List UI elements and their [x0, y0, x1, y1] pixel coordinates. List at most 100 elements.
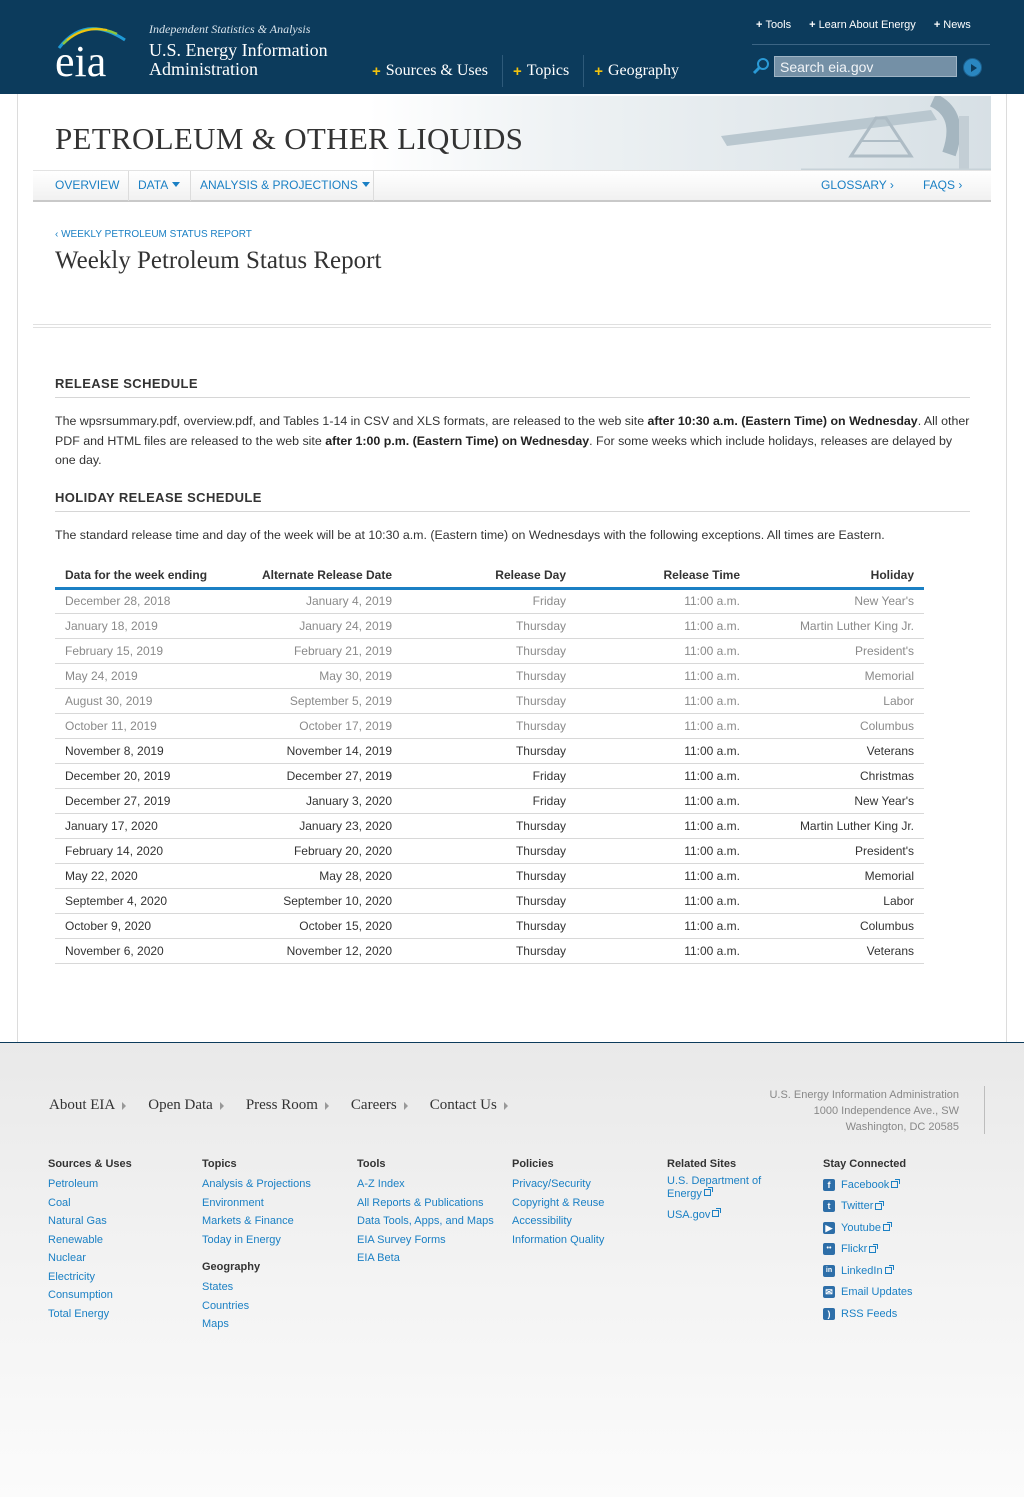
cell-week-ending: May 24, 2019: [55, 663, 230, 689]
svg-text:eia: eia: [55, 37, 106, 82]
cell-holiday: Martin Luther King Jr.: [750, 813, 924, 839]
footer-link[interactable]: Total Energy: [48, 1305, 132, 1324]
footer-link-press-room[interactable]: Press Room: [246, 1097, 329, 1114]
cell-week-ending: October 9, 2020: [55, 913, 230, 939]
cell-release-time: 11:00 a.m.: [576, 813, 750, 839]
footer-link[interactable]: Natural Gas: [48, 1212, 132, 1231]
section-title: PETROLEUM & OTHER LIQUIDS: [55, 121, 524, 156]
subnav-analysis-projections[interactable]: ANALYSIS & PROJECTIONS: [200, 171, 379, 201]
footer-link[interactable]: Renewable: [48, 1231, 132, 1250]
footer-link[interactable]: Electricity: [48, 1268, 132, 1287]
subnav-data[interactable]: DATA: [138, 171, 189, 201]
cell-release-time: 11:00 a.m.: [576, 713, 750, 739]
cell-week-ending: January 18, 2019: [55, 613, 230, 639]
column-header: Alternate Release Date: [230, 564, 402, 590]
chevron-down-icon: [172, 182, 181, 187]
table-row: December 28, 2018 January 4, 2019 Friday 11…: [55, 588, 924, 614]
cell-holiday: Labor: [750, 888, 924, 914]
cell-release-time: 11:00 a.m.: [576, 638, 750, 664]
external-link-icon: [875, 1200, 885, 1210]
cell-release-time: 11:00 a.m.: [576, 888, 750, 914]
footer-link[interactable]: Privacy/Security: [512, 1175, 604, 1194]
subnav-overview[interactable]: OVERVIEW: [55, 171, 128, 201]
footer-link-careers[interactable]: Careers: [351, 1097, 408, 1114]
nav-topics[interactable]: + Topics: [503, 55, 585, 87]
cell-release-day: Thursday: [402, 713, 576, 739]
cell-week-ending: August 30, 2019: [55, 688, 230, 714]
cell-holiday: Columbus: [750, 913, 924, 939]
search-submit-button[interactable]: [963, 58, 982, 77]
search-icon: [752, 58, 769, 75]
main-nav: + Sources & Uses + Topics + Geography: [362, 55, 693, 87]
twitter-icon: t: [823, 1200, 835, 1213]
subnav-faqs[interactable]: FAQS ›: [923, 171, 971, 201]
divider: [373, 171, 374, 201]
social-link-flickr[interactable]: •• Flickr: [823, 1239, 913, 1261]
cell-release-day: Thursday: [402, 913, 576, 939]
footer-link[interactable]: Environment: [202, 1194, 311, 1213]
table-header-row: Data for the week ending Alternate Relea…: [55, 564, 924, 590]
footer-link-open-data[interactable]: Open Data: [148, 1097, 224, 1114]
social-link-twitter[interactable]: t Twitter: [823, 1196, 913, 1218]
social-link-facebook[interactable]: f Facebook: [823, 1174, 913, 1196]
email-icon: ✉: [823, 1286, 835, 1299]
table-row: May 24, 2019 May 30, 2019 Thursday 11:00 a.…: [55, 663, 924, 689]
cell-week-ending: February 15, 2019: [55, 638, 230, 664]
cell-alternate-release-date: January 3, 2020: [230, 788, 402, 814]
footer-link[interactable]: Information Quality: [512, 1231, 604, 1250]
chevron-right-icon: [219, 1101, 224, 1110]
footer-link[interactable]: States: [202, 1278, 311, 1297]
footer-link[interactable]: Markets & Finance: [202, 1212, 311, 1231]
footer-link[interactable]: Accessibility: [512, 1212, 604, 1231]
util-tools[interactable]: + Tools: [756, 19, 791, 31]
divider: [33, 324, 991, 328]
footer-link[interactable]: A-Z Index: [357, 1175, 494, 1194]
footer-link[interactable]: Data Tools, Apps, and Maps: [357, 1212, 494, 1231]
cell-release-day: Thursday: [402, 888, 576, 914]
divider: [752, 44, 990, 45]
util-learn[interactable]: + Learn About Energy: [809, 19, 916, 31]
footer-link[interactable]: All Reports & Publications: [357, 1194, 494, 1213]
footer-link[interactable]: EIA Survey Forms: [357, 1231, 494, 1250]
cell-release-time: 11:00 a.m.: [576, 763, 750, 789]
table-row: October 9, 2020 October 15, 2020 Thursday 1…: [55, 913, 924, 939]
eia-logo[interactable]: eia: [55, 18, 135, 86]
footer-link[interactable]: Countries: [202, 1297, 311, 1316]
footer-link-doe[interactable]: U.S. Department of Energy: [667, 1175, 787, 1201]
cell-week-ending: September 4, 2020: [55, 888, 230, 914]
footer-link-usagov[interactable]: USA.gov: [667, 1206, 787, 1225]
social-link-email[interactable]: ✉ Email Updates: [823, 1282, 913, 1304]
cell-release-day: Thursday: [402, 663, 576, 689]
social-link-rss[interactable]: ) RSS Feeds: [823, 1303, 913, 1325]
util-news[interactable]: + News: [934, 19, 971, 31]
cell-alternate-release-date: January 24, 2019: [230, 613, 402, 639]
footer-link[interactable]: Today in Energy: [202, 1231, 311, 1250]
chevron-right-icon: [122, 1101, 127, 1110]
social-link-linkedin[interactable]: in LinkedIn: [823, 1260, 913, 1282]
footer-link[interactable]: Nuclear: [48, 1249, 132, 1268]
social-link-youtube[interactable]: ▶ Youtube: [823, 1217, 913, 1239]
cell-holiday: Christmas: [750, 763, 924, 789]
breadcrumb[interactable]: ‹ WEEKLY PETROLEUM STATUS REPORT: [55, 229, 252, 240]
plus-icon: +: [372, 62, 381, 80]
table-row: November 6, 2020 November 12, 2020 Thursda…: [55, 938, 924, 964]
plus-icon: +: [594, 62, 603, 80]
plus-icon: +: [933, 19, 941, 31]
nav-geography[interactable]: + Geography: [584, 55, 693, 87]
subnav-glossary[interactable]: GLOSSARY ›: [821, 171, 903, 201]
footer-link[interactable]: Maps: [202, 1315, 311, 1334]
footer-link[interactable]: Copyright & Reuse: [512, 1194, 604, 1213]
table-row: February 15, 2019 February 21, 2019 Thursd…: [55, 638, 924, 664]
footer-link[interactable]: Petroleum: [48, 1175, 132, 1194]
cell-release-time: 11:00 a.m.: [576, 738, 750, 764]
footer-link[interactable]: EIA Beta: [357, 1249, 494, 1268]
search-input[interactable]: [774, 56, 957, 77]
footer-link[interactable]: Coal: [48, 1194, 132, 1213]
footer-primary-links: About EIA Open Data Press Room Careers C…: [49, 1097, 530, 1114]
footer-link[interactable]: Analysis & Projections: [202, 1175, 311, 1194]
footer-link[interactable]: Consumption: [48, 1286, 132, 1305]
footer-link-contact[interactable]: Contact Us: [430, 1097, 508, 1114]
cell-release-time: 11:00 a.m.: [576, 588, 750, 614]
nav-sources-uses[interactable]: + Sources & Uses: [362, 55, 503, 87]
footer-link-about[interactable]: About EIA: [49, 1097, 127, 1114]
